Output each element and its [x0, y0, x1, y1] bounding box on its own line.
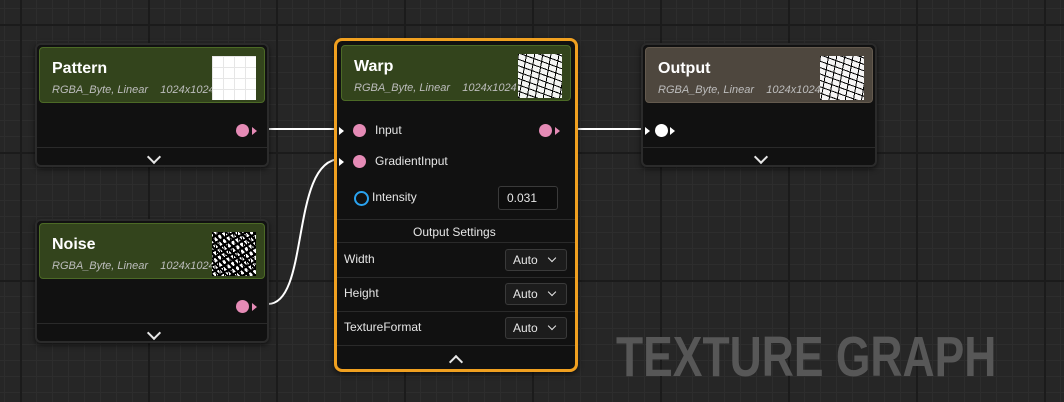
pin-arrow-icon	[555, 127, 560, 135]
pattern-thumbnail	[212, 56, 256, 100]
pin-arrow-icon	[252, 303, 257, 311]
intensity-label: Intensity	[372, 190, 417, 204]
pin-arrow-icon	[645, 127, 650, 135]
warp-gradient-input-pin[interactable]	[353, 155, 366, 168]
pin-arrow-icon	[252, 127, 257, 135]
warp-node-header[interactable]: Warp RGBA_Byte, Linear 1024x1024	[341, 45, 571, 101]
node-subtitle: RGBA_Byte, Linear 1024x1024	[52, 260, 215, 272]
chevron-down-icon	[547, 287, 557, 297]
node-subtitle: RGBA_Byte, Linear 1024x1024	[354, 82, 517, 94]
texture-format-dropdown[interactable]: Auto	[505, 317, 567, 339]
node-title: Output	[658, 60, 711, 77]
chevron-down-icon[interactable]	[146, 325, 162, 341]
height-value: Auto	[513, 287, 538, 301]
texture-format-label: TextureFormat	[344, 320, 422, 334]
warp-node[interactable]: Warp RGBA_Byte, Linear 1024x1024 Input G…	[334, 38, 578, 372]
width-dropdown[interactable]: Auto	[505, 249, 567, 271]
node-title: Noise	[52, 236, 96, 253]
wire-noise-to-warp-gradient	[267, 158, 341, 305]
node-subtitle: RGBA_Byte, Linear 1024x1024	[658, 84, 821, 96]
divider	[337, 311, 575, 312]
divider	[37, 323, 267, 324]
divider	[337, 219, 575, 220]
width-label: Width	[344, 252, 375, 266]
input-label: Input	[375, 123, 402, 137]
output-node[interactable]: Output RGBA_Byte, Linear 1024x1024	[641, 43, 877, 167]
node-title: Pattern	[52, 60, 108, 77]
divider	[337, 277, 575, 278]
divider	[37, 147, 267, 148]
height-label: Height	[344, 286, 379, 300]
pin-arrow-icon	[339, 127, 344, 135]
chevron-down-icon[interactable]	[146, 149, 162, 165]
pattern-node[interactable]: Pattern RGBA_Byte, Linear 1024x1024	[35, 43, 269, 167]
noise-output-pin[interactable]	[236, 300, 249, 313]
gradient-input-label: GradientInput	[375, 154, 448, 168]
warp-output-pin[interactable]	[539, 124, 552, 137]
pattern-output-pin[interactable]	[236, 124, 249, 137]
texture-format-value: Auto	[513, 321, 538, 335]
intensity-input[interactable]: 0.031	[498, 186, 558, 210]
output-node-header[interactable]: Output RGBA_Byte, Linear 1024x1024	[645, 47, 873, 103]
noise-node-header[interactable]: Noise RGBA_Byte, Linear 1024x1024	[39, 223, 265, 279]
output-settings-label: Output Settings	[413, 225, 496, 239]
texture-graph-watermark: TEXTURE GRAPH	[616, 325, 997, 389]
warp-thumbnail	[518, 54, 562, 98]
chevron-down-icon	[547, 253, 557, 263]
height-dropdown[interactable]: Auto	[505, 283, 567, 305]
width-value: Auto	[513, 253, 538, 267]
chevron-up-icon[interactable]	[448, 354, 464, 370]
noise-thumbnail	[212, 232, 256, 276]
pin-arrow-icon	[339, 158, 344, 166]
divider	[643, 147, 875, 148]
intensity-pin-icon[interactable]	[354, 191, 369, 206]
noise-node[interactable]: Noise RGBA_Byte, Linear 1024x1024	[35, 219, 269, 343]
output-thumbnail	[820, 56, 864, 100]
pattern-node-header[interactable]: Pattern RGBA_Byte, Linear 1024x1024	[39, 47, 265, 103]
divider	[337, 345, 575, 346]
warp-input-pin[interactable]	[353, 124, 366, 137]
output-input-pin[interactable]	[655, 124, 668, 137]
node-title: Warp	[354, 58, 394, 75]
node-subtitle: RGBA_Byte, Linear 1024x1024	[52, 84, 215, 96]
pin-arrow-icon	[670, 127, 675, 135]
chevron-down-icon[interactable]	[753, 149, 769, 165]
chevron-down-icon	[547, 321, 557, 331]
divider	[337, 242, 575, 243]
